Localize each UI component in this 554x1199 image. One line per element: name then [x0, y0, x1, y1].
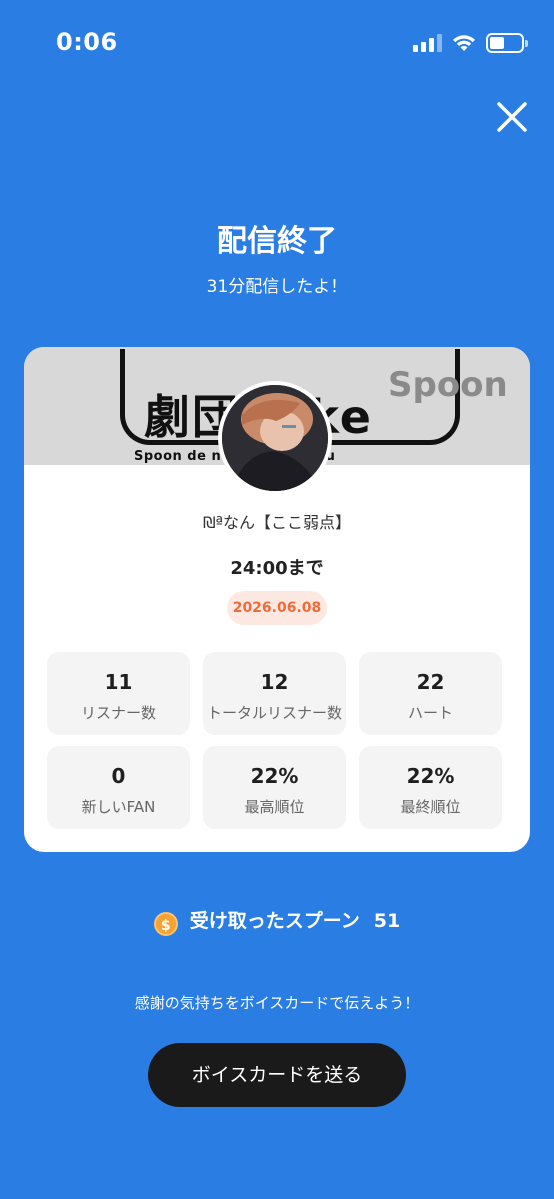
battery-icon: [486, 33, 528, 53]
stat-listeners: 11 リスナー数: [47, 652, 190, 735]
wifi-icon: [453, 35, 475, 51]
stat-label: ハート: [407, 704, 453, 722]
stat-value: 22%: [250, 764, 299, 788]
until-time: 24:00まで: [230, 558, 324, 579]
stat-hearts: 22 ハート: [359, 652, 502, 735]
page-subtitle: 31分配信したよ！: [206, 277, 348, 297]
stat-label: トータルリスナー数: [206, 704, 342, 722]
received-spoons-label: 受け取ったスプーン: [189, 910, 360, 932]
clock: 0:06: [56, 28, 118, 56]
stat-value: 22%: [406, 764, 455, 788]
username: ₪ªなん【ここ弱点】: [202, 513, 352, 532]
stat-new-fans: 0 新しいFAN: [47, 746, 190, 829]
stat-value: 12: [260, 670, 289, 694]
broadcast-summary-card: 劇団 ikke Spoon de nikki totatidesu Spoon …: [24, 347, 530, 852]
stat-value: 11: [104, 670, 133, 694]
thanks-message: 感謝の気持ちをボイスカードで伝えよう！: [134, 994, 420, 1012]
received-spoons-count: 51: [373, 910, 401, 932]
stat-label: リスナー数: [80, 704, 156, 722]
stat-final-rank: 22% 最終順位: [359, 746, 502, 829]
avatar-illustration: [222, 385, 328, 491]
spoon-coin-icon: $: [153, 912, 178, 936]
cover-brand-text: Spoon: [388, 365, 508, 405]
stat-label: 最高順位: [244, 798, 305, 816]
received-spoons: $ 受け取ったスプーン 51: [0, 906, 554, 936]
stat-value: 0: [111, 764, 126, 788]
status-bar: 0:06: [0, 0, 554, 88]
stat-value: 22: [416, 670, 445, 694]
stat-label: 新しいFAN: [81, 798, 156, 816]
date-badge: 2026.06.08: [227, 591, 327, 625]
close-button[interactable]: [492, 97, 532, 137]
stat-highest-rank: 22% 最高順位: [203, 746, 346, 829]
stat-label: 最終順位: [400, 798, 461, 816]
page-title: 配信終了: [217, 224, 337, 259]
stat-total-listeners: 12 トータルリスナー数: [203, 652, 346, 735]
cellular-signal-icon: [413, 34, 443, 52]
avatar: [218, 381, 332, 495]
send-voice-card-button[interactable]: ボイスカードを送る: [148, 1043, 406, 1107]
